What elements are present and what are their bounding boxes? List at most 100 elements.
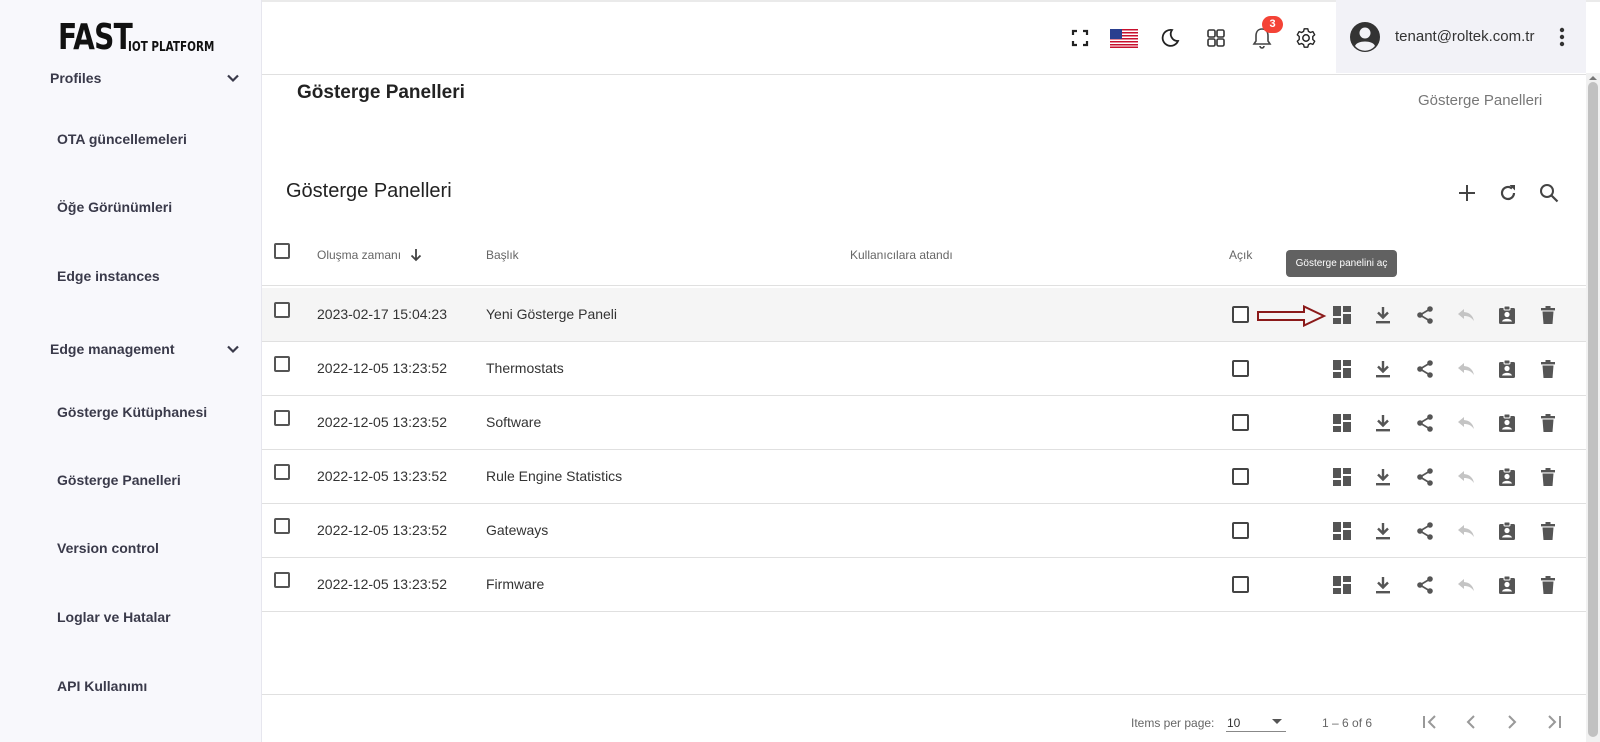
settings-gear-icon[interactable] xyxy=(1294,26,1318,50)
chevron-down-icon xyxy=(227,74,239,83)
open-dashboard-icon[interactable] xyxy=(1330,303,1354,327)
items-per-page-label: Items per page: xyxy=(1131,716,1215,730)
sidebar-group-label: Edge management xyxy=(50,341,175,357)
share-icon[interactable] xyxy=(1413,411,1437,435)
chevron-down-icon xyxy=(227,345,239,354)
open-dashboard-icon[interactable] xyxy=(1330,357,1354,381)
add-dashboard-button[interactable] xyxy=(1454,180,1480,206)
public-checkbox[interactable] xyxy=(1232,360,1249,377)
row-select-checkbox[interactable] xyxy=(274,302,290,318)
sidebar-item-widget-library[interactable]: Gösterge Kütüphanesi xyxy=(57,404,207,420)
chevron-left-icon xyxy=(1466,715,1475,729)
export-download-icon[interactable] xyxy=(1371,519,1395,543)
assign-customers-icon[interactable] xyxy=(1495,357,1519,381)
notification-count-badge: 3 xyxy=(1262,16,1283,33)
column-header-title[interactable]: Başlık xyxy=(486,248,519,262)
export-download-icon[interactable] xyxy=(1371,573,1395,597)
make-private-icon[interactable] xyxy=(1454,357,1478,381)
apps-grid-icon[interactable] xyxy=(1204,26,1228,50)
open-dashboard-icon[interactable] xyxy=(1330,465,1354,489)
sidebar-item-dashboards[interactable]: Gösterge Panelleri xyxy=(57,472,181,488)
sidebar-group-profiles[interactable]: Profiles xyxy=(50,70,240,86)
open-dashboard-icon[interactable] xyxy=(1330,411,1354,435)
share-icon[interactable] xyxy=(1413,465,1437,489)
delete-icon[interactable] xyxy=(1536,357,1560,381)
app-logo[interactable]: FAST IOT PLATFORM xyxy=(58,18,236,58)
export-download-icon[interactable] xyxy=(1371,411,1395,435)
dark-mode-icon[interactable] xyxy=(1158,26,1182,50)
share-icon[interactable] xyxy=(1413,303,1437,327)
more-vert-icon[interactable] xyxy=(1559,27,1565,47)
add-icon xyxy=(1459,185,1475,201)
logo-text-small: IOT PLATFORM xyxy=(128,40,215,55)
sidebar-item-edge-instances[interactable]: Edge instances xyxy=(57,268,160,284)
row-select-checkbox[interactable] xyxy=(274,572,290,588)
public-checkbox[interactable] xyxy=(1232,522,1249,539)
export-download-icon[interactable] xyxy=(1371,357,1395,381)
row-select-checkbox[interactable] xyxy=(274,518,290,534)
last-page-button[interactable] xyxy=(1542,710,1566,734)
delete-icon[interactable] xyxy=(1536,303,1560,327)
assign-customers-icon[interactable] xyxy=(1495,573,1519,597)
scroll-up-arrow-icon[interactable] xyxy=(1588,75,1598,81)
export-download-icon[interactable] xyxy=(1371,303,1395,327)
sidebar-item-entity-views[interactable]: Öğe Görünümleri xyxy=(57,199,172,215)
public-checkbox[interactable] xyxy=(1232,414,1249,431)
annotation-arrow-icon xyxy=(1257,305,1327,327)
row-select-checkbox[interactable] xyxy=(274,410,290,426)
row-select-checkbox[interactable] xyxy=(274,464,290,480)
search-button[interactable] xyxy=(1536,180,1562,206)
sidebar-item-api-usage[interactable]: API Kullanımı xyxy=(57,678,147,694)
column-header-public[interactable]: Açık xyxy=(1229,248,1252,262)
scrollbar-thumb[interactable] xyxy=(1588,82,1598,737)
open-dashboard-icon[interactable] xyxy=(1330,519,1354,543)
last-page-icon xyxy=(1548,715,1561,729)
cell-created: 2022-12-05 13:23:52 xyxy=(317,360,447,376)
first-page-button[interactable] xyxy=(1418,710,1442,734)
share-icon[interactable] xyxy=(1413,573,1437,597)
sidebar-group-edge-management[interactable]: Edge management xyxy=(50,341,240,357)
delete-icon[interactable] xyxy=(1536,411,1560,435)
refresh-button[interactable] xyxy=(1495,180,1521,206)
public-checkbox[interactable] xyxy=(1232,468,1249,485)
sidebar-item-logs-errors[interactable]: Loglar ve Hatalar xyxy=(57,609,171,625)
make-private-icon[interactable] xyxy=(1454,411,1478,435)
open-dashboard-icon[interactable] xyxy=(1330,573,1354,597)
us-flag-icon[interactable] xyxy=(1109,26,1139,50)
make-private-icon[interactable] xyxy=(1454,465,1478,489)
sidebar: FAST IOT PLATFORM Profiles OTA güncellem… xyxy=(0,0,262,742)
cell-created: 2022-12-05 13:23:52 xyxy=(317,468,447,484)
row-select-checkbox[interactable] xyxy=(274,356,290,372)
select-all-checkbox[interactable] xyxy=(274,243,290,259)
user-menu[interactable]: tenant@roltek.com.tr xyxy=(1336,0,1586,73)
next-page-button[interactable] xyxy=(1500,710,1524,734)
assign-customers-icon[interactable] xyxy=(1495,465,1519,489)
breadcrumb[interactable]: Gösterge Panelleri xyxy=(1418,92,1542,109)
cell-created: 2022-12-05 13:23:52 xyxy=(317,414,447,430)
delete-icon[interactable] xyxy=(1536,519,1560,543)
column-header-assigned[interactable]: Kullanıcılara atandı xyxy=(850,248,953,262)
column-header-created[interactable]: Oluşma zamanı xyxy=(317,248,422,262)
make-private-icon[interactable] xyxy=(1454,573,1478,597)
items-per-page-select[interactable]: 10 xyxy=(1226,710,1286,732)
share-icon[interactable] xyxy=(1413,519,1437,543)
public-checkbox[interactable] xyxy=(1232,306,1249,323)
tooltip: Gösterge panelini aç xyxy=(1286,250,1397,277)
make-private-icon[interactable] xyxy=(1454,519,1478,543)
public-checkbox[interactable] xyxy=(1232,576,1249,593)
sidebar-item-version-control[interactable]: Version control xyxy=(57,540,159,556)
user-email: tenant@roltek.com.tr xyxy=(1395,28,1535,45)
share-icon[interactable] xyxy=(1413,357,1437,381)
assign-customers-icon[interactable] xyxy=(1495,411,1519,435)
previous-page-button[interactable] xyxy=(1459,710,1483,734)
make-private-icon[interactable] xyxy=(1454,303,1478,327)
delete-icon[interactable] xyxy=(1536,573,1560,597)
sidebar-item-ota-updates[interactable]: OTA güncellemeleri xyxy=(57,131,187,147)
fullscreen-icon[interactable] xyxy=(1068,26,1092,50)
paginator xyxy=(262,694,1586,742)
delete-icon[interactable] xyxy=(1536,465,1560,489)
assign-customers-icon[interactable] xyxy=(1495,519,1519,543)
assign-customers-icon[interactable] xyxy=(1495,303,1519,327)
export-download-icon[interactable] xyxy=(1371,465,1395,489)
cell-title: Thermostats xyxy=(486,360,564,376)
